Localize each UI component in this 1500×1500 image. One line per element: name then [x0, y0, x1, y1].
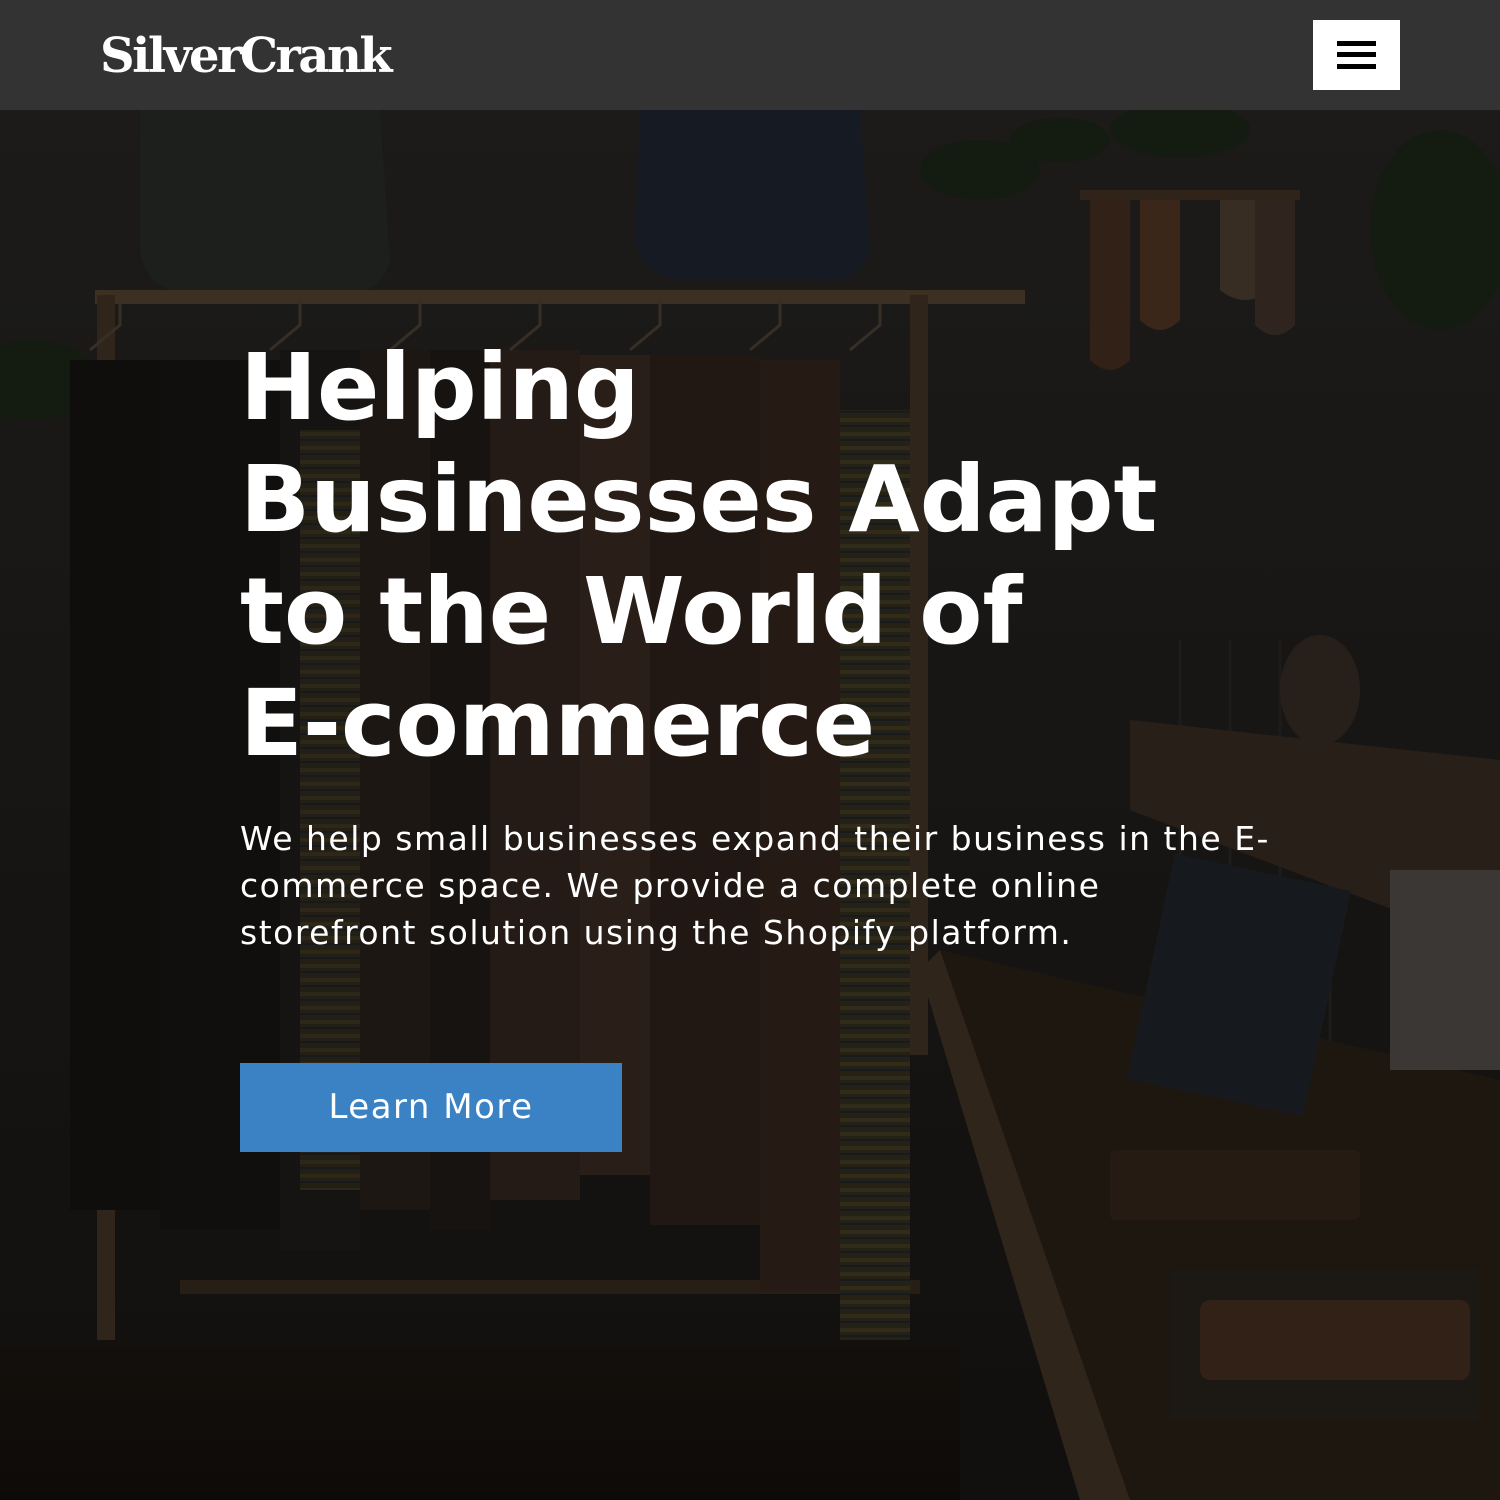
hero-section: Helping Businesses Adapt to the World of… [0, 110, 1500, 1500]
learn-more-button[interactable]: Learn More [240, 1063, 622, 1152]
hero-title-line: to the World of [240, 558, 1023, 665]
site-header: SilverCrank [0, 0, 1500, 110]
hero-title-line: Helping [240, 334, 640, 441]
menu-button[interactable] [1313, 20, 1400, 90]
hero-background-image [0, 110, 1500, 1500]
hero-description: We help small businesses expand their bu… [240, 819, 1270, 952]
hamburger-menu-icon [1337, 41, 1376, 69]
page: SilverCrank Helping Businesses Adapt to … [0, 0, 1500, 1500]
hero-title-line: Businesses Adapt [240, 446, 1158, 553]
hero-title-line: E-commerce [240, 670, 876, 777]
logo[interactable]: SilverCrank [100, 26, 393, 86]
hero-title: Helping Businesses Adapt to the World of… [240, 332, 1280, 780]
